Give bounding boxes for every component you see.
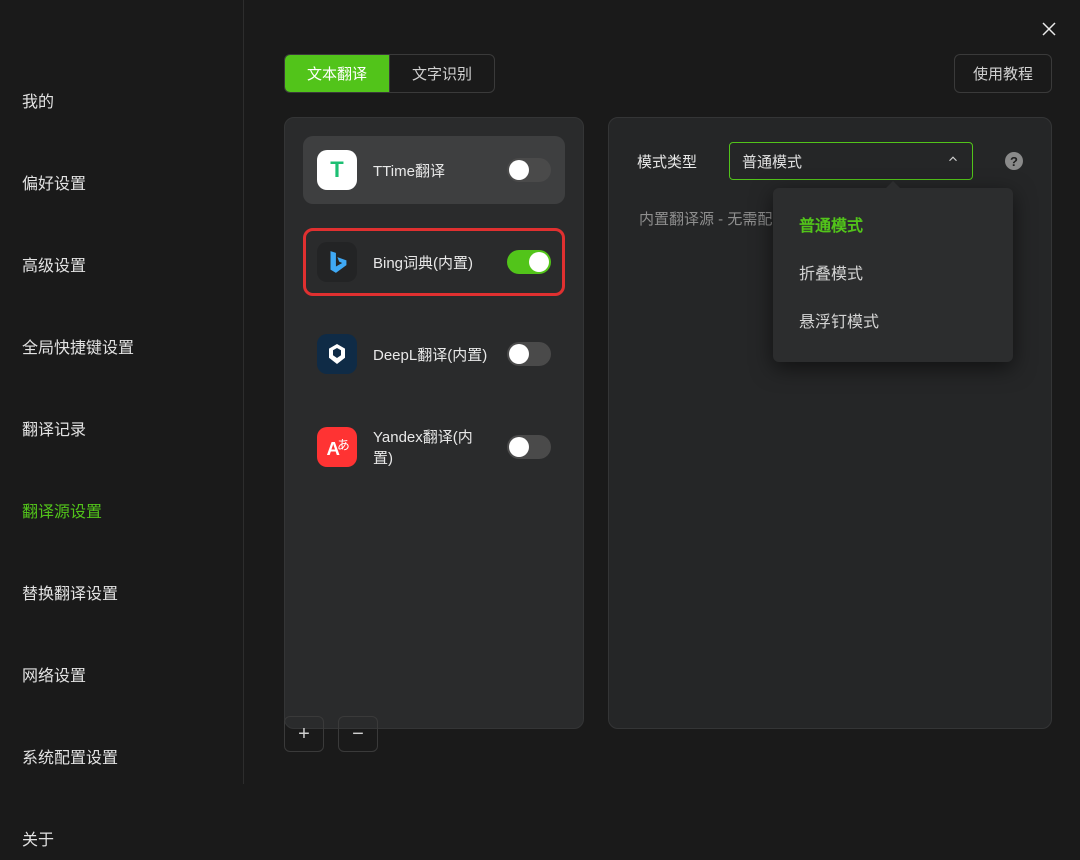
tutorial-button[interactable]: 使用教程 — [954, 54, 1052, 93]
toggle-deepl[interactable] — [507, 342, 551, 366]
tab-text-translate[interactable]: 文本翻译 — [285, 55, 390, 92]
source-list-panel: T TTime翻译 Bing词典(内置) DeepL翻译(内置) — [284, 117, 584, 729]
content-area: 文本翻译 文字识别 使用教程 T TTime翻译 Bing词典(内置) — [244, 0, 1080, 784]
builtin-hint-text: 内置翻译源 - 无需配 — [639, 208, 772, 229]
mode-dropdown: 普通模式 折叠模式 悬浮钉模式 — [773, 188, 1013, 362]
source-label: Bing词典(内置) — [373, 252, 491, 273]
source-item-deepl[interactable]: DeepL翻译(内置) — [303, 320, 565, 388]
sidebar-item-about[interactable]: 关于 — [22, 816, 243, 860]
yandex-icon: Aあ — [317, 427, 357, 467]
sidebar-item-shortcuts[interactable]: 全局快捷键设置 — [22, 324, 243, 368]
tabs-group: 文本翻译 文字识别 — [284, 54, 495, 93]
sidebar-item-replace-translate[interactable]: 替换翻译设置 — [22, 570, 243, 614]
sidebar-item-advanced[interactable]: 高级设置 — [22, 242, 243, 286]
source-item-yandex[interactable]: Aあ Yandex翻译(内置) — [303, 412, 565, 482]
chevron-up-icon — [946, 152, 960, 170]
tabs-row: 文本翻译 文字识别 使用教程 — [284, 54, 1052, 93]
bing-icon — [317, 242, 357, 282]
toggle-ttime[interactable] — [507, 158, 551, 182]
mode-row: 模式类型 普通模式 ? 普通模式 折叠模式 悬浮钉模式 — [637, 142, 1023, 180]
source-label: TTime翻译 — [373, 160, 491, 181]
plus-icon: + — [298, 723, 310, 746]
tab-ocr[interactable]: 文字识别 — [390, 55, 494, 92]
panels: T TTime翻译 Bing词典(内置) DeepL翻译(内置) — [284, 117, 1052, 729]
sidebar-item-my[interactable]: 我的 — [22, 78, 243, 122]
source-label: Yandex翻译(内置) — [373, 426, 491, 468]
mode-option-normal[interactable]: 普通模式 — [773, 200, 1013, 248]
mode-option-collapse[interactable]: 折叠模式 — [773, 248, 1013, 296]
sidebar-item-system-config[interactable]: 系统配置设置 — [22, 734, 243, 778]
mode-select-value: 普通模式 — [742, 151, 802, 172]
ttime-icon: T — [317, 150, 357, 190]
mode-type-label: 模式类型 — [637, 151, 697, 172]
sidebar-item-translation-sources[interactable]: 翻译源设置 — [22, 488, 243, 532]
remove-source-button[interactable]: − — [338, 716, 378, 752]
sidebar-item-history[interactable]: 翻译记录 — [22, 406, 243, 450]
sidebar: 我的 偏好设置 高级设置 全局快捷键设置 翻译记录 翻译源设置 替换翻译设置 网… — [0, 0, 244, 784]
help-icon[interactable]: ? — [1005, 152, 1023, 170]
source-item-ttime[interactable]: T TTime翻译 — [303, 136, 565, 204]
source-label: DeepL翻译(内置) — [373, 344, 491, 365]
mode-select[interactable]: 普通模式 — [729, 142, 973, 180]
deepl-icon — [317, 334, 357, 374]
svg-text:あ: あ — [337, 437, 350, 452]
sidebar-item-preferences[interactable]: 偏好设置 — [22, 160, 243, 204]
source-config-panel: 模式类型 普通模式 ? 普通模式 折叠模式 悬浮钉模式 内置翻译源 - 无需配 — [608, 117, 1052, 729]
add-remove-group: + − — [284, 716, 378, 752]
minus-icon: − — [352, 723, 364, 746]
source-item-bing[interactable]: Bing词典(内置) — [303, 228, 565, 296]
toggle-bing[interactable] — [507, 250, 551, 274]
sidebar-item-network[interactable]: 网络设置 — [22, 652, 243, 696]
mode-option-floatpin[interactable]: 悬浮钉模式 — [773, 296, 1013, 344]
add-source-button[interactable]: + — [284, 716, 324, 752]
toggle-yandex[interactable] — [507, 435, 551, 459]
